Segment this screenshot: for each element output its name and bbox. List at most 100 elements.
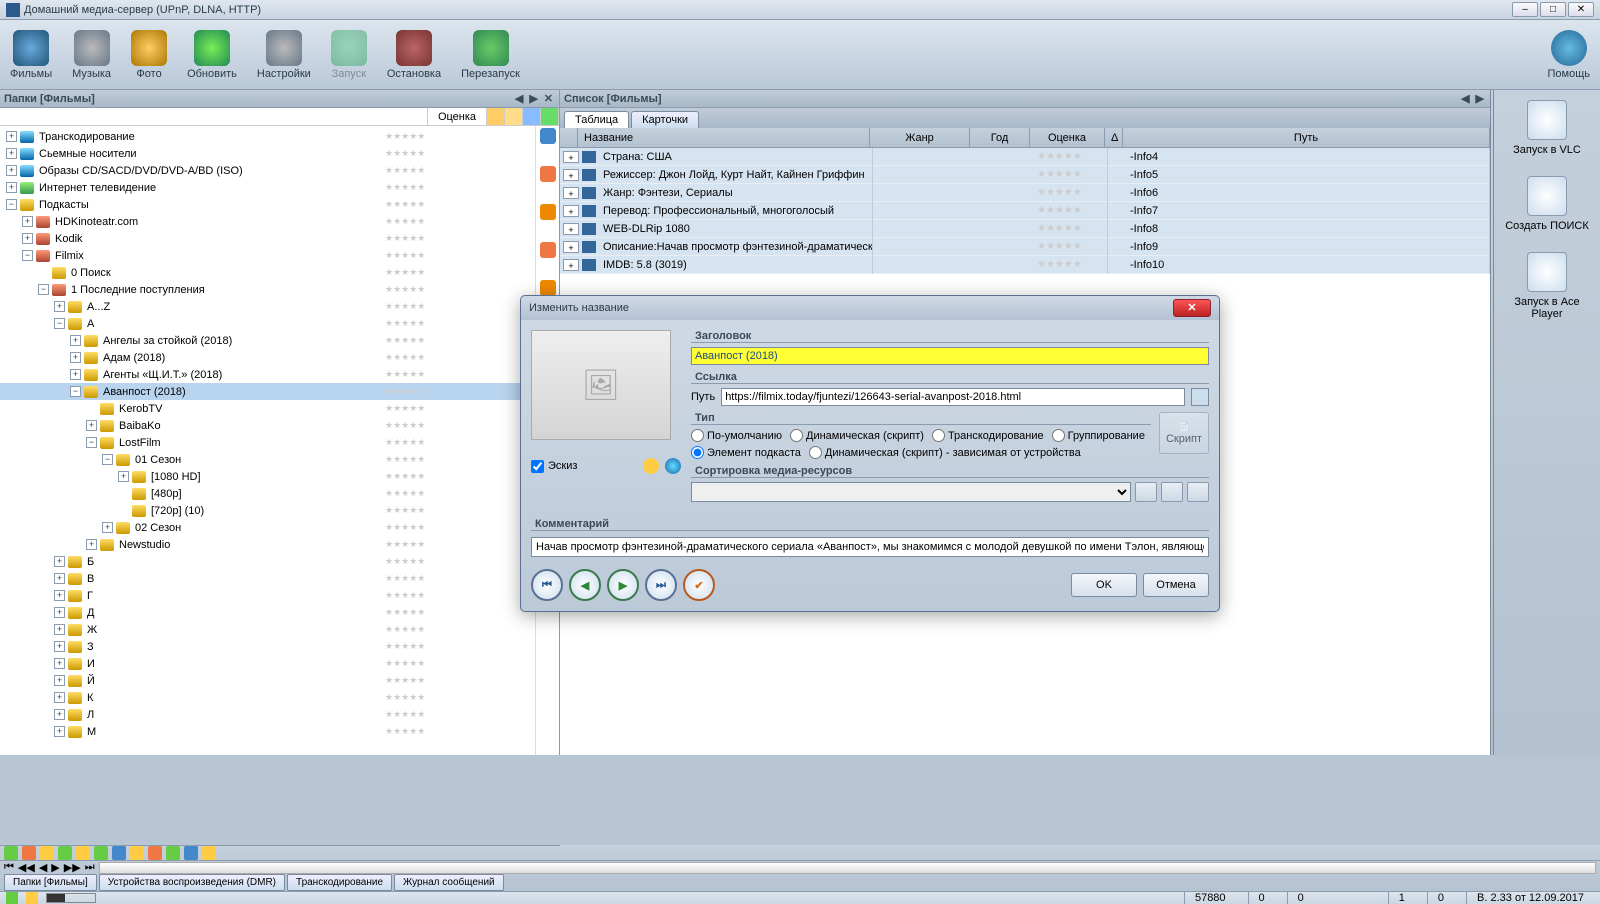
table-row[interactable]: +Описание:Начав просмотр фэнтезиной-драм… xyxy=(560,238,1490,256)
tree-item[interactable]: +Ж★★★★★ xyxy=(0,621,535,638)
thumb-action2-icon[interactable] xyxy=(665,458,681,474)
comment-input[interactable] xyxy=(531,537,1209,557)
tree-item[interactable]: −А★★★★★ xyxy=(0,315,535,332)
nav-last-button[interactable]: ⏭ xyxy=(645,569,677,601)
stop-button[interactable]: Остановка xyxy=(387,30,441,80)
tb-icon[interactable] xyxy=(22,846,36,860)
left-nav-left-icon[interactable]: ◀ xyxy=(513,92,525,105)
tb-icon[interactable] xyxy=(40,846,54,860)
minimize-button[interactable]: – xyxy=(1512,2,1538,17)
tree-item[interactable]: 0 Поиск★★★★★ xyxy=(0,264,535,281)
nav-prev-button[interactable]: ◀ xyxy=(569,569,601,601)
left-nav-right-icon[interactable]: ▶ xyxy=(527,92,539,105)
sort-btn1-icon[interactable] xyxy=(1135,482,1157,502)
sort-col4-icon[interactable] xyxy=(541,108,559,125)
tree-item[interactable]: −Filmix★★★★★ xyxy=(0,247,535,264)
tree-item[interactable]: +Образы CD/SACD/DVD/DVD-A/BD (ISO)★★★★★ xyxy=(0,162,535,179)
path-input[interactable] xyxy=(721,388,1185,406)
tb-icon[interactable] xyxy=(148,846,162,860)
sort-btn2-icon[interactable] xyxy=(1161,482,1183,502)
tree-item[interactable]: +Сьемные носители★★★★★ xyxy=(0,145,535,162)
radio-group[interactable]: Группирование xyxy=(1052,429,1145,442)
tab-table[interactable]: Таблица xyxy=(564,111,629,128)
tree-item[interactable]: +Newstudio★★★★★ xyxy=(0,536,535,553)
tb-icon[interactable] xyxy=(58,846,72,860)
thumb-action1-icon[interactable] xyxy=(643,458,659,474)
tree-item[interactable]: +A...Z★★★★★ xyxy=(0,298,535,315)
photo-button[interactable]: Фото xyxy=(131,30,167,80)
bottom-tab-dmr[interactable]: Устройства воспроизведения (DMR) xyxy=(99,874,285,891)
nav-first-icon[interactable]: ⏮ xyxy=(4,861,14,874)
music-button[interactable]: Музыка xyxy=(72,30,111,80)
nav-accept-button[interactable]: ✔ xyxy=(683,569,715,601)
tree-item[interactable]: +[1080 HD]★★★★★ xyxy=(0,468,535,485)
settings-button[interactable]: Настройки xyxy=(257,30,311,80)
tree-item[interactable]: +Адам (2018)★★★★★ xyxy=(0,349,535,366)
tree-item[interactable]: +Д★★★★★ xyxy=(0,604,535,621)
table-row[interactable]: +IMDB: 5.8 (3019)★★★★★-Info10 xyxy=(560,256,1490,274)
nav-next-icon[interactable]: ▶▶ xyxy=(64,861,81,874)
sort-col3-icon[interactable] xyxy=(523,108,541,125)
tb-icon[interactable] xyxy=(184,846,198,860)
radio-transcode[interactable]: Транскодирование xyxy=(932,429,1044,442)
tb-icon[interactable] xyxy=(76,846,90,860)
tree-item[interactable]: +Интернет телевидение★★★★★ xyxy=(0,179,535,196)
tree-item[interactable]: +В★★★★★ xyxy=(0,570,535,587)
folder-tree[interactable]: +Транскодирование★★★★★+Сьемные носители★… xyxy=(0,126,535,755)
tree-item[interactable]: −01 Сезон★★★★★ xyxy=(0,451,535,468)
tree-item[interactable]: +Транскодирование★★★★★ xyxy=(0,128,535,145)
table-row[interactable]: +Жанр: Фэнтези, Сериалы★★★★★-Info6 xyxy=(560,184,1490,202)
tree-item[interactable]: +Л★★★★★ xyxy=(0,706,535,723)
tree-item[interactable]: +К★★★★★ xyxy=(0,689,535,706)
tb-icon[interactable] xyxy=(112,846,126,860)
mini-icon[interactable] xyxy=(540,280,556,296)
tree-item[interactable]: +Б★★★★★ xyxy=(0,553,535,570)
mini-icon[interactable] xyxy=(540,204,556,220)
table-row[interactable]: +Режиссер: Джон Лойд, Курт Найт, Кайнен … xyxy=(560,166,1490,184)
tree-item[interactable]: +М★★★★★ xyxy=(0,723,535,740)
table-row[interactable]: +Страна: США★★★★★-Info4 xyxy=(560,148,1490,166)
mini-icon[interactable] xyxy=(540,242,556,258)
tree-item[interactable]: +Агенты «Щ.И.Т.» (2018)★★★★★ xyxy=(0,366,535,383)
nav-fwd-icon[interactable]: ▶ xyxy=(51,861,59,874)
tb-icon[interactable] xyxy=(166,846,180,860)
tree-item[interactable]: +BaibaKo★★★★★ xyxy=(0,417,535,434)
left-pane-close-icon[interactable]: ✕ xyxy=(542,92,555,105)
cancel-button[interactable]: Отмена xyxy=(1143,573,1209,597)
sort-col-icon[interactable] xyxy=(487,108,505,125)
close-button[interactable]: ✕ xyxy=(1568,2,1594,17)
bottom-tab-folders[interactable]: Папки [Фильмы] xyxy=(4,874,97,891)
sort-col2-icon[interactable] xyxy=(505,108,523,125)
nav-back-icon[interactable]: ◀ xyxy=(39,861,47,874)
dialog-close-button[interactable]: ✕ xyxy=(1173,299,1211,317)
tree-item[interactable]: +Ангелы за стойкой (2018)★★★★★ xyxy=(0,332,535,349)
tree-item[interactable]: +Г★★★★★ xyxy=(0,587,535,604)
thumbnail-checkbox[interactable]: Эскиз xyxy=(531,458,681,474)
scrollbar[interactable] xyxy=(99,862,1596,874)
tab-cards[interactable]: Карточки xyxy=(631,111,699,128)
tree-item[interactable]: +HDKinoteatr.com★★★★★ xyxy=(0,213,535,230)
tree-item[interactable]: KerobTV★★★★★ xyxy=(0,400,535,417)
tb-icon[interactable] xyxy=(202,846,216,860)
sort-select[interactable] xyxy=(691,482,1131,502)
nav-next-button[interactable]: ▶ xyxy=(607,569,639,601)
radio-dynamic[interactable]: Динамическая (скрипт) xyxy=(790,429,924,442)
launch-vlc-button[interactable]: Запуск в VLC xyxy=(1513,100,1581,156)
tree-item[interactable]: [720p] (10)★★★★★ xyxy=(0,502,535,519)
tb-icon[interactable] xyxy=(94,846,108,860)
table-row[interactable]: +WEB-DLRip 1080★★★★★-Info8 xyxy=(560,220,1490,238)
create-search-button[interactable]: Создать ПОИСК xyxy=(1505,176,1589,232)
browse-icon[interactable] xyxy=(1191,388,1209,406)
tree-item[interactable]: −Аванпост (2018)★★★★★ xyxy=(0,383,535,400)
movies-button[interactable]: Фильмы xyxy=(10,30,52,80)
radio-default[interactable]: По-умолчанию xyxy=(691,429,782,442)
nav-first-button[interactable]: ⏮ xyxy=(531,569,563,601)
tree-item[interactable]: +З★★★★★ xyxy=(0,638,535,655)
tree-item[interactable]: −LostFilm★★★★★ xyxy=(0,434,535,451)
bottom-tab-log[interactable]: Журнал сообщений xyxy=(394,874,504,891)
nav-last-icon[interactable]: ⏭ xyxy=(85,861,95,874)
sort-btn3-icon[interactable] xyxy=(1187,482,1209,502)
radio-podcast[interactable]: Элемент подкаста xyxy=(691,446,801,459)
title-input[interactable] xyxy=(691,347,1209,365)
tree-item[interactable]: +02 Сезон★★★★★ xyxy=(0,519,535,536)
